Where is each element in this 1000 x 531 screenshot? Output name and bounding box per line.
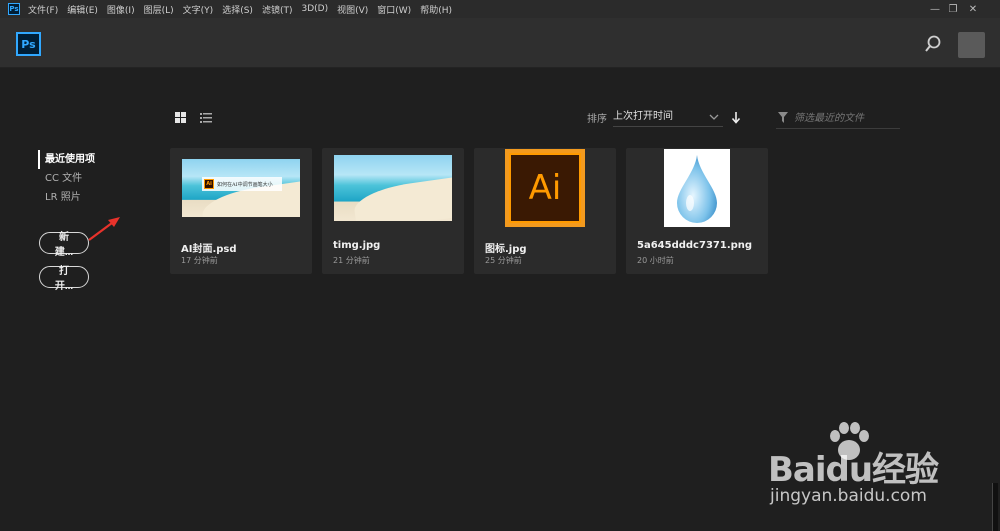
filter-icon <box>778 112 788 123</box>
menu-filter[interactable]: 滤镜(T) <box>262 3 293 16</box>
menu-select[interactable]: 选择(S) <box>222 3 253 16</box>
recent-file-card[interactable]: 5a645dddc7371.png 20 小时前 <box>626 148 768 274</box>
menu-bar: Ps 文件(F) 编辑(E) 图像(I) 图层(L) 文字(Y) 选择(S) 滤… <box>0 0 1000 18</box>
menu-window[interactable]: 窗口(W) <box>377 3 411 16</box>
restore-button[interactable]: ❐ <box>944 0 962 18</box>
new-button[interactable]: 新建... <box>39 232 89 258</box>
recent-file-card[interactable]: timg.jpg 21 分钟前 <box>322 148 464 274</box>
filter-box <box>776 107 900 129</box>
file-name: AI封面.psd <box>181 244 237 255</box>
filter-input[interactable] <box>794 109 898 127</box>
sort-direction-arrow-icon[interactable] <box>731 111 741 124</box>
file-time: 21 分钟前 <box>333 256 370 265</box>
minimize-button[interactable]: — <box>926 0 944 18</box>
file-time: 20 小时前 <box>637 256 674 265</box>
menu-file[interactable]: 文件(F) <box>28 3 58 16</box>
close-button[interactable]: ✕ <box>964 0 982 18</box>
baidu-watermark: Baidu经验 jingyan.baidu.com <box>768 420 958 510</box>
water-drop-icon <box>677 155 717 223</box>
menu-layer[interactable]: 图层(L) <box>144 3 174 16</box>
menu-image[interactable]: 图像(I) <box>107 3 135 16</box>
menu-help[interactable]: 帮助(H) <box>420 3 452 16</box>
file-time: 25 分钟前 <box>485 256 522 265</box>
illustrator-logo-image: Ai <box>505 149 585 227</box>
file-name: timg.jpg <box>333 240 381 251</box>
sidebar-item-cc-files[interactable]: CC 文件 <box>38 169 95 188</box>
menu-edit[interactable]: 编辑(E) <box>67 3 98 16</box>
chevron-down-icon <box>709 114 719 120</box>
file-thumbnail: Ai <box>474 148 616 228</box>
file-name: 图标.jpg <box>485 244 527 255</box>
beach-image: Ai 如何在AI中调节画笔大小 <box>182 159 300 217</box>
photoshop-app-icon: Ps <box>8 3 20 15</box>
sort-label: 排序 <box>587 114 607 125</box>
file-time: 17 分钟前 <box>181 256 218 265</box>
scrollbar[interactable] <box>992 483 998 531</box>
recent-file-card[interactable]: Ai 如何在AI中调节画笔大小 AI封面.psd 17 分钟前 <box>170 148 312 274</box>
menu-type[interactable]: 文字(Y) <box>183 3 214 16</box>
sidebar-item-lr-photos[interactable]: LR 照片 <box>38 188 95 207</box>
file-name: 5a645dddc7371.png <box>637 240 753 251</box>
open-button[interactable]: 打开... <box>39 266 89 292</box>
beach-image <box>334 155 452 221</box>
menu-3d[interactable]: 3D(D) <box>301 4 328 14</box>
avatar[interactable] <box>958 32 985 58</box>
banner-text: 如何在AI中调节画笔大小 <box>217 181 273 188</box>
home-header: Ps <box>0 18 1000 68</box>
ai-icon: Ai <box>204 179 214 189</box>
sort-value: 上次打开时间 <box>613 111 673 122</box>
menu-view[interactable]: 视图(V) <box>337 3 368 16</box>
grid-view-icon[interactable] <box>175 112 186 123</box>
photoshop-logo[interactable]: Ps <box>16 32 41 56</box>
annotation-arrow <box>88 217 120 241</box>
sort-dropdown[interactable]: 上次打开时间 <box>613 107 723 127</box>
sidebar-item-recent[interactable]: 最近使用项 <box>38 150 95 169</box>
sidebar-nav: 最近使用项 CC 文件 LR 照片 <box>38 150 95 207</box>
recent-file-card[interactable]: Ai 图标.jpg 25 分钟前 <box>474 148 616 274</box>
water-drop-image <box>664 149 730 227</box>
file-thumbnail <box>322 148 464 228</box>
file-thumbnail: Ai 如何在AI中调节画笔大小 <box>170 148 312 228</box>
file-thumbnail <box>626 148 768 228</box>
list-view-icon[interactable] <box>200 112 212 123</box>
cover-banner: Ai 如何在AI中调节画笔大小 <box>202 177 282 191</box>
search-icon[interactable] <box>923 34 943 54</box>
